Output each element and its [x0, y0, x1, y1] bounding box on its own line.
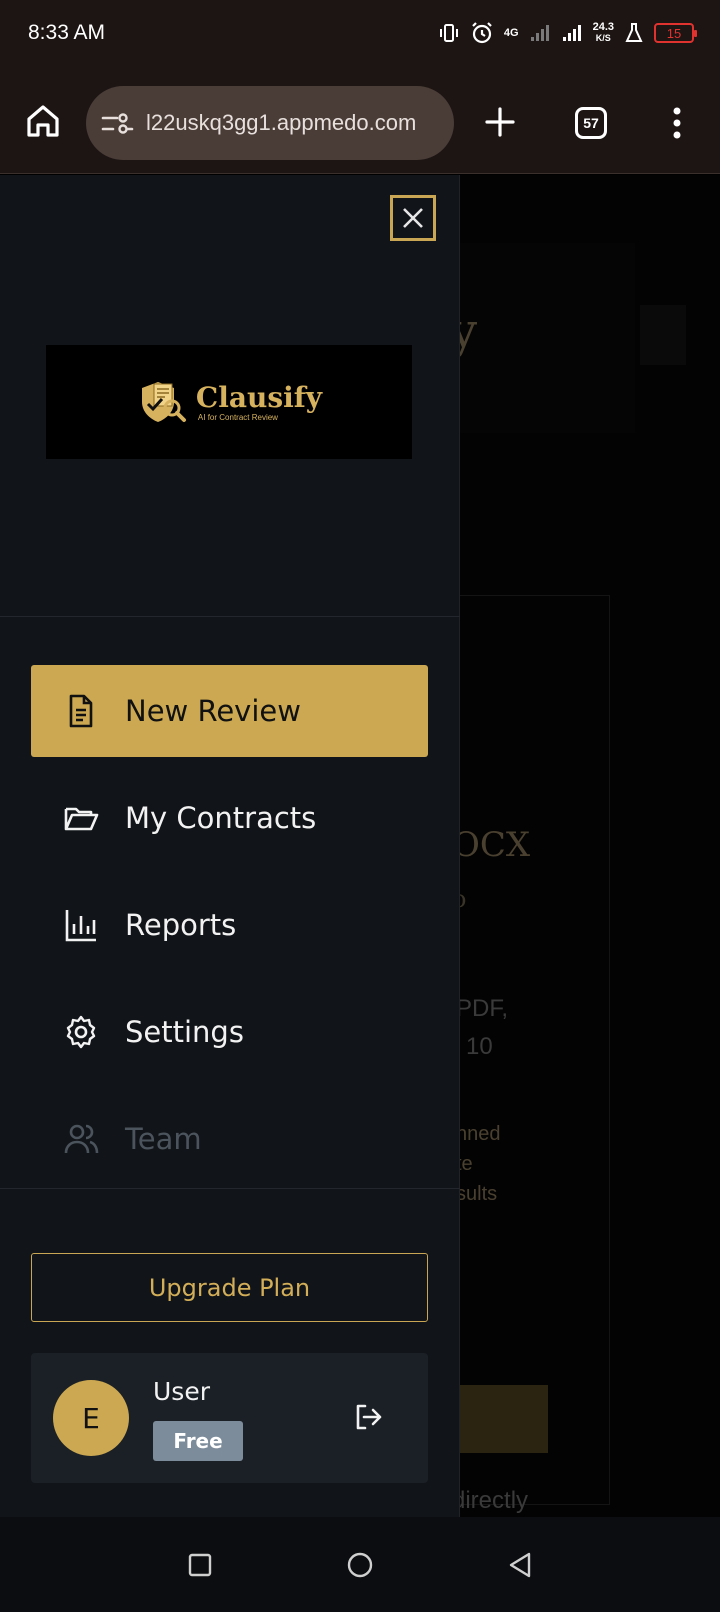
bg-text: PDF, — [456, 995, 509, 1022]
more-menu-icon[interactable] — [665, 104, 689, 142]
signal-icon-2 — [562, 25, 581, 41]
tab-count: 57 — [583, 115, 599, 131]
divider — [0, 616, 460, 617]
site-settings-icon[interactable] — [100, 109, 134, 137]
status-time: 8:33 AM — [28, 21, 106, 44]
logo-name: Clausify — [195, 380, 323, 414]
home-icon[interactable] — [24, 102, 62, 140]
vibrate-icon — [439, 24, 458, 42]
home-nav-icon[interactable] — [345, 1550, 375, 1580]
nav-item-team: Team — [31, 1093, 428, 1185]
net-speed-unit: K/S — [595, 33, 611, 43]
close-icon — [403, 208, 423, 228]
status-bar: 8:33 AM 4G 24.3 K/S 15 — [0, 0, 720, 66]
bg-text: 10 — [466, 1033, 493, 1060]
nav-item-label: Team — [125, 1122, 202, 1156]
logo-text: Clausify AI for Contract Review — [195, 380, 323, 422]
logout-icon[interactable] — [353, 1401, 385, 1433]
battery-icon: 15 — [654, 23, 697, 43]
tab-switcher-button[interactable]: 57 — [575, 107, 607, 139]
network-type: 4G — [503, 27, 519, 39]
status-icons: 4G 24.3 K/S 15 — [438, 21, 697, 45]
flask-icon — [625, 23, 643, 42]
plan-badge: Free — [153, 1421, 243, 1461]
url-text[interactable]: l22uskq3gg1.appmedo.com — [146, 110, 416, 136]
folder-open-icon — [64, 807, 99, 831]
nav-item-label: Reports — [125, 908, 237, 942]
new-tab-icon[interactable] — [484, 106, 516, 138]
net-speed-value: 24.3 — [592, 21, 614, 33]
bg-text: sults — [456, 1183, 498, 1205]
back-icon[interactable] — [505, 1550, 535, 1580]
bg-hamburger-icon — [640, 305, 686, 365]
user-name: User — [153, 1377, 210, 1406]
browser-toolbar: l22uskq3gg1.appmedo.com 57 — [0, 66, 720, 174]
nav-item-reports[interactable]: Reports — [31, 879, 428, 971]
alarm-icon — [472, 22, 492, 44]
upgrade-plan-button[interactable]: Upgrade Plan — [31, 1253, 428, 1322]
bar-chart-icon — [65, 910, 96, 942]
avatar: E — [53, 1380, 129, 1456]
battery-level: 15 — [666, 25, 682, 41]
logo-tagline: AI for Contract Review — [197, 412, 278, 422]
nav-item-label: Settings — [125, 1015, 244, 1049]
close-drawer-button[interactable] — [390, 195, 436, 241]
user-card: E User Free — [31, 1353, 428, 1483]
nav-item-settings[interactable]: Settings — [31, 986, 428, 1078]
bg-text: OCX — [452, 825, 531, 865]
net-speed: 24.3 K/S — [593, 22, 614, 44]
address-bar[interactable]: l22uskq3gg1.appmedo.com — [86, 86, 454, 160]
divider — [0, 1188, 460, 1189]
bg-text: directly — [452, 1487, 529, 1514]
signal-icon — [530, 25, 549, 41]
logo-shield-icon — [141, 382, 186, 422]
nav-item-my-contracts[interactable]: My Contracts — [31, 772, 428, 864]
system-nav-bar — [0, 1517, 720, 1612]
users-icon — [64, 1124, 99, 1154]
nav-item-label: New Review — [125, 694, 301, 728]
nav-item-new-review[interactable]: New Review — [31, 665, 428, 757]
file-text-icon — [69, 694, 93, 728]
side-drawer: Clausify AI for Contract Review New Revi… — [0, 175, 460, 1517]
nav-item-label: My Contracts — [125, 801, 317, 835]
bg-text: nned — [456, 1123, 501, 1145]
brand-logo: Clausify AI for Contract Review — [46, 345, 412, 459]
gear-icon — [66, 1015, 96, 1049]
logo-inner: Clausify AI for Contract Review — [136, 376, 322, 428]
recents-icon[interactable] — [185, 1550, 215, 1580]
